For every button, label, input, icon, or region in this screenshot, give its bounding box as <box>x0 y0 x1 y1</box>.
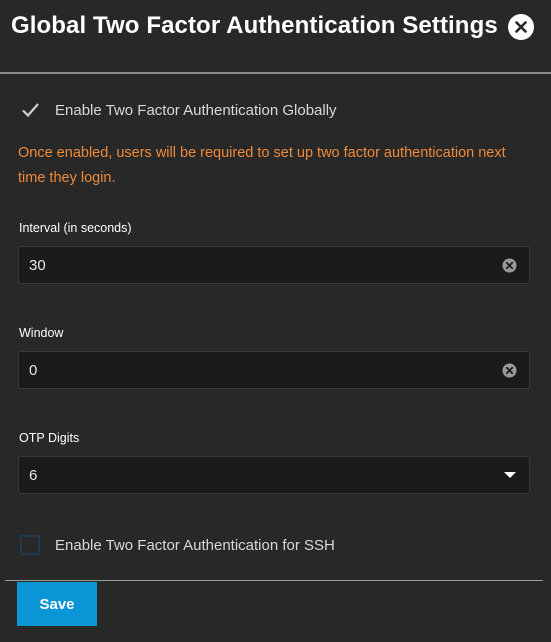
checkmark-icon <box>22 103 39 118</box>
warning-message: Once enabled, users will be required to … <box>18 145 506 186</box>
window-input[interactable]: 0 <box>18 351 530 389</box>
otp-digits-value[interactable]: 6 <box>29 467 37 484</box>
clear-icon[interactable] <box>502 258 517 273</box>
interval-value[interactable]: 30 <box>29 257 46 274</box>
footer-divider <box>5 580 543 581</box>
clear-icon[interactable] <box>502 363 517 378</box>
dialog-header: Global Two Factor Authentication Setting… <box>0 0 551 72</box>
interval-input[interactable]: 30 <box>18 246 530 284</box>
otp-digits-label: OTP Digits <box>19 431 80 445</box>
caret-down-icon[interactable] <box>504 472 516 478</box>
close-button[interactable] <box>508 14 534 40</box>
enable-global-2fa-checkbox[interactable] <box>20 100 40 120</box>
enable-global-2fa-checkbox-row[interactable]: Enable Two Factor Authentication Globall… <box>20 100 337 120</box>
dialog-title: Global Two Factor Authentication Setting… <box>11 12 498 39</box>
enable-global-2fa-label: Enable Two Factor Authentication Globall… <box>55 101 337 119</box>
otp-digits-select[interactable]: 6 <box>18 456 530 494</box>
window-label: Window <box>19 326 64 340</box>
save-button[interactable]: Save <box>17 582 97 626</box>
window-value[interactable]: 0 <box>29 362 37 379</box>
enable-ssh-2fa-checkbox[interactable] <box>20 535 40 555</box>
two-factor-settings-dialog: Global Two Factor Authentication Setting… <box>0 0 551 642</box>
close-icon <box>515 21 527 33</box>
enable-ssh-2fa-checkbox-row[interactable]: Enable Two Factor Authentication for SSH <box>20 535 335 555</box>
header-divider <box>0 72 551 74</box>
interval-label: Interval (in seconds) <box>19 221 132 235</box>
enable-ssh-2fa-label: Enable Two Factor Authentication for SSH <box>55 536 335 554</box>
